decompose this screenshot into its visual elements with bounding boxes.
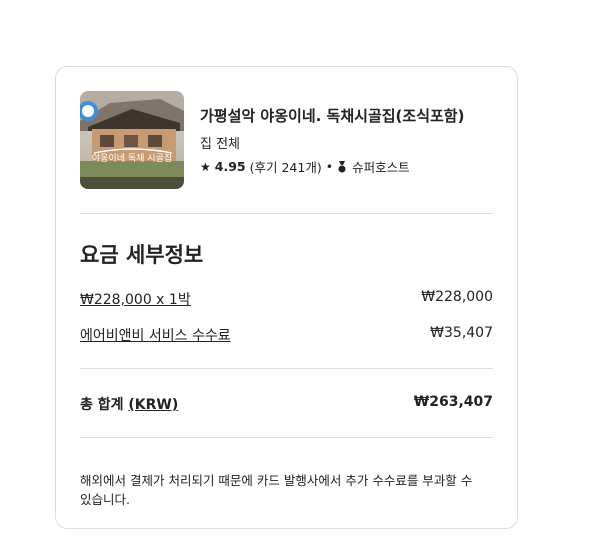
listing-title: 가평설악 야옹이네. 독채시골집(조식포함) [200,107,465,125]
total-label: 총 합계 [80,397,124,413]
service-fee-amount: ₩35,407 [430,325,493,341]
total-row: 총 합계 (KRW) ₩263,407 [80,394,493,414]
service-fee-link[interactable]: 에어비앤비 서비스 수수료 [80,325,231,345]
divider [80,437,493,438]
star-icon: ★ [200,159,211,174]
total-label-wrap: 총 합계 (KRW) [80,394,178,414]
service-fee-row: 에어비앤비 서비스 수수료 ₩35,407 [80,325,493,345]
superhost-badge: 슈퍼호스트 [352,160,410,175]
total-amount: ₩263,407 [413,394,493,410]
medal-icon [337,160,347,173]
nightly-rate-row: ₩228,000 x 1박 ₩228,000 [80,289,493,309]
nightly-rate-link[interactable]: ₩228,000 x 1박 [80,289,191,309]
price-details-heading: 요금 세부정보 [80,243,204,267]
price-details-card: 야옹이네 독채 시골집 가평설악 야옹이네. 독채시골집(조식포함) 집 전체 … [55,66,518,529]
listing-summary: 야옹이네 독채 시골집 가평설악 야옹이네. 독채시골집(조식포함) 집 전체 … [80,91,493,189]
review-count: (후기 241개) [249,160,322,175]
nightly-rate-amount: ₩228,000 [421,289,493,305]
thumbnail-caption: 야옹이네 독채 시골집 [92,152,172,164]
foreign-fee-notice: 해외에서 결제가 처리되기 때문에 카드 발행사에서 추가 수수료를 부과할 수… [80,473,473,507]
divider [80,368,493,369]
listing-thumbnail[interactable]: 야옹이네 독채 시골집 [80,91,184,189]
listing-meta: ★ 4.95 (후기 241개) • 슈퍼호스트 [200,157,410,176]
separator-dot: • [325,159,334,174]
listing-type: 집 전체 [200,137,241,152]
listing-photo: 야옹이네 독채 시골집 [80,91,184,189]
rating-value: 4.95 [214,159,246,174]
divider [80,213,493,214]
currency-link[interactable]: (KRW) [128,397,178,413]
